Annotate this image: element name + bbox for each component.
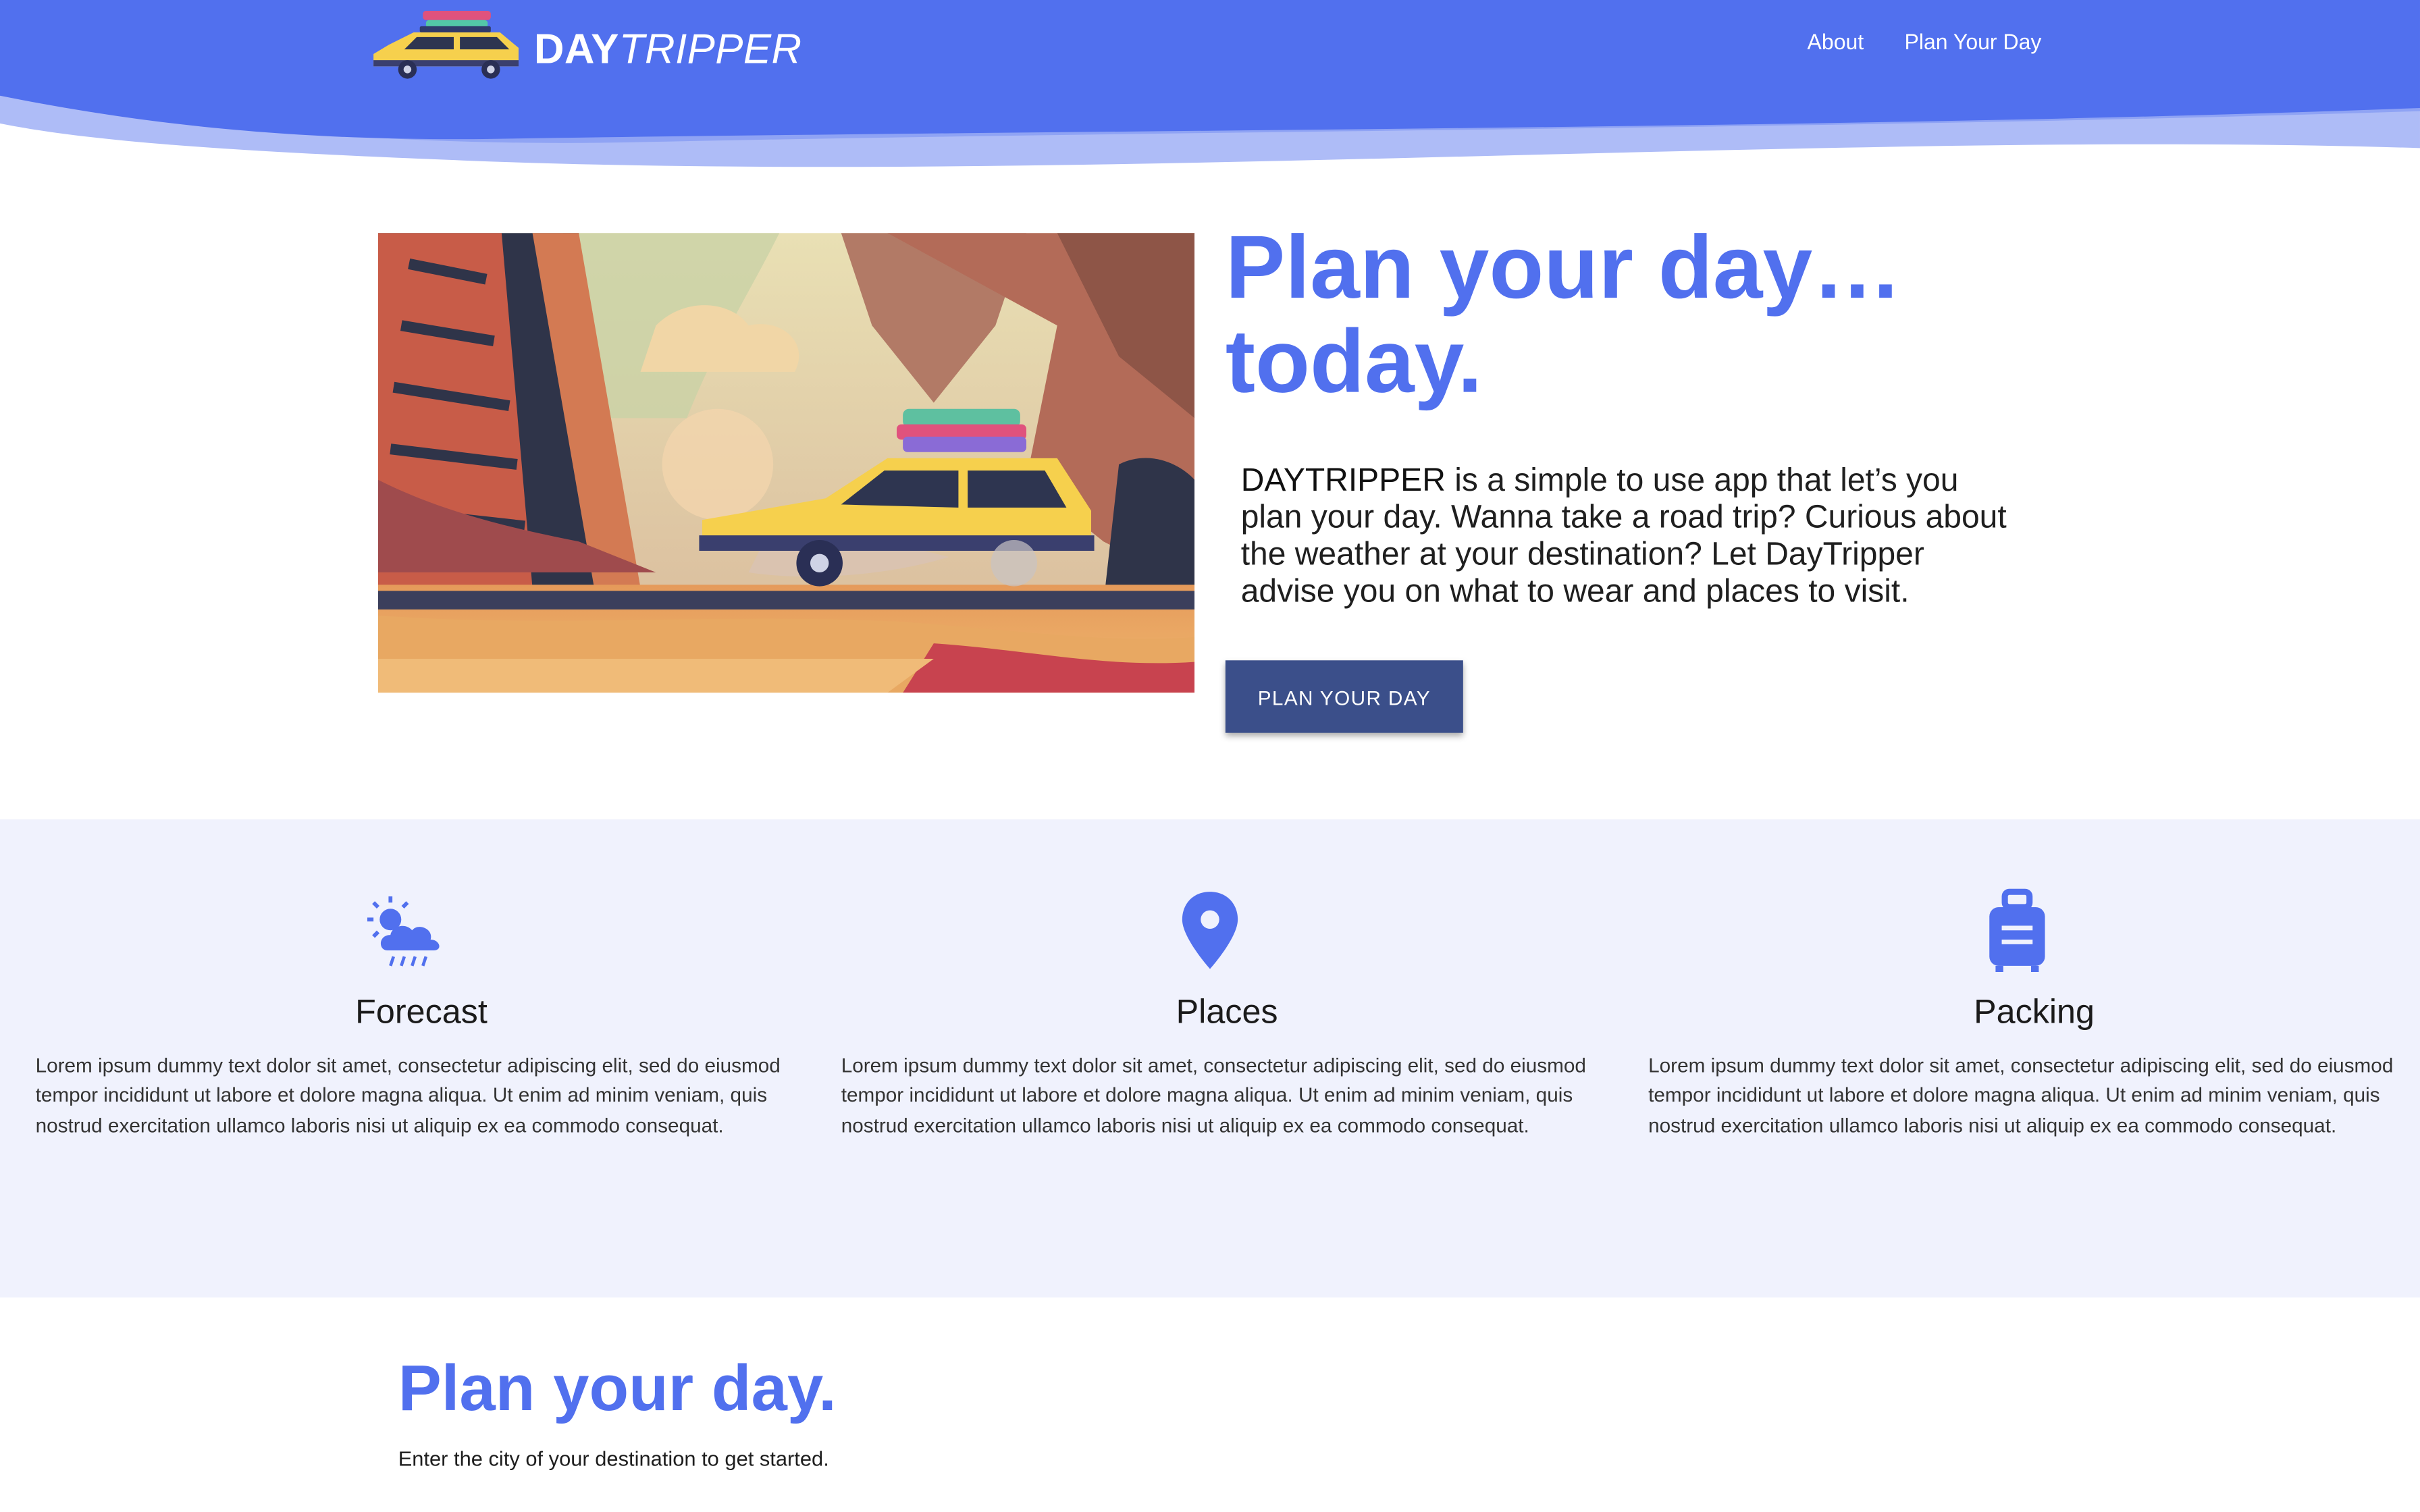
features-section: Forecast Lorem ipsum dummy text dolor si… xyxy=(0,819,2420,1298)
weather-icon xyxy=(367,896,440,967)
feature-text: Lorem ipsum dummy text dolor sit amet, c… xyxy=(841,1054,1586,1137)
logo-text-italic: TRIPPER xyxy=(619,26,802,73)
logo-text-bold: DAY xyxy=(533,26,619,73)
feature-title: Places xyxy=(1176,992,1278,1031)
plan-title: Plan your day. xyxy=(398,1351,837,1424)
feature-title: Forecast xyxy=(355,992,488,1031)
hero-description: DAYTRIPPER is a simple to use app that l… xyxy=(1241,463,2013,611)
site-header: DAYTRIPPER About Plan Your Day xyxy=(0,0,2420,173)
car-logo-icon xyxy=(373,10,519,79)
suitcase-icon xyxy=(1989,888,2045,972)
feature-title: Packing xyxy=(1974,992,2095,1031)
hero-title: Plan your day… today. xyxy=(1225,217,1902,412)
hero-description-brand: DAYTRIPPER xyxy=(1240,462,1446,499)
nav-about[interactable]: About xyxy=(1808,29,1864,54)
plan-subtitle: Enter the city of your destination to ge… xyxy=(398,1447,829,1471)
map-pin-icon xyxy=(1182,892,1238,969)
hero-illustration xyxy=(377,233,1195,693)
logo[interactable]: DAYTRIPPER xyxy=(367,6,801,83)
nav-plan-your-day[interactable]: Plan Your Day xyxy=(1905,29,2042,54)
plan-your-day-button[interactable]: PLAN YOUR DAY xyxy=(1225,660,1463,733)
feature-text: Lorem ipsum dummy text dolor sit amet, c… xyxy=(1648,1054,2394,1137)
feature-text: Lorem ipsum dummy text dolor sit amet, c… xyxy=(35,1054,781,1137)
header-wave xyxy=(0,0,2420,167)
logo-text: DAYTRIPPER xyxy=(534,26,802,74)
